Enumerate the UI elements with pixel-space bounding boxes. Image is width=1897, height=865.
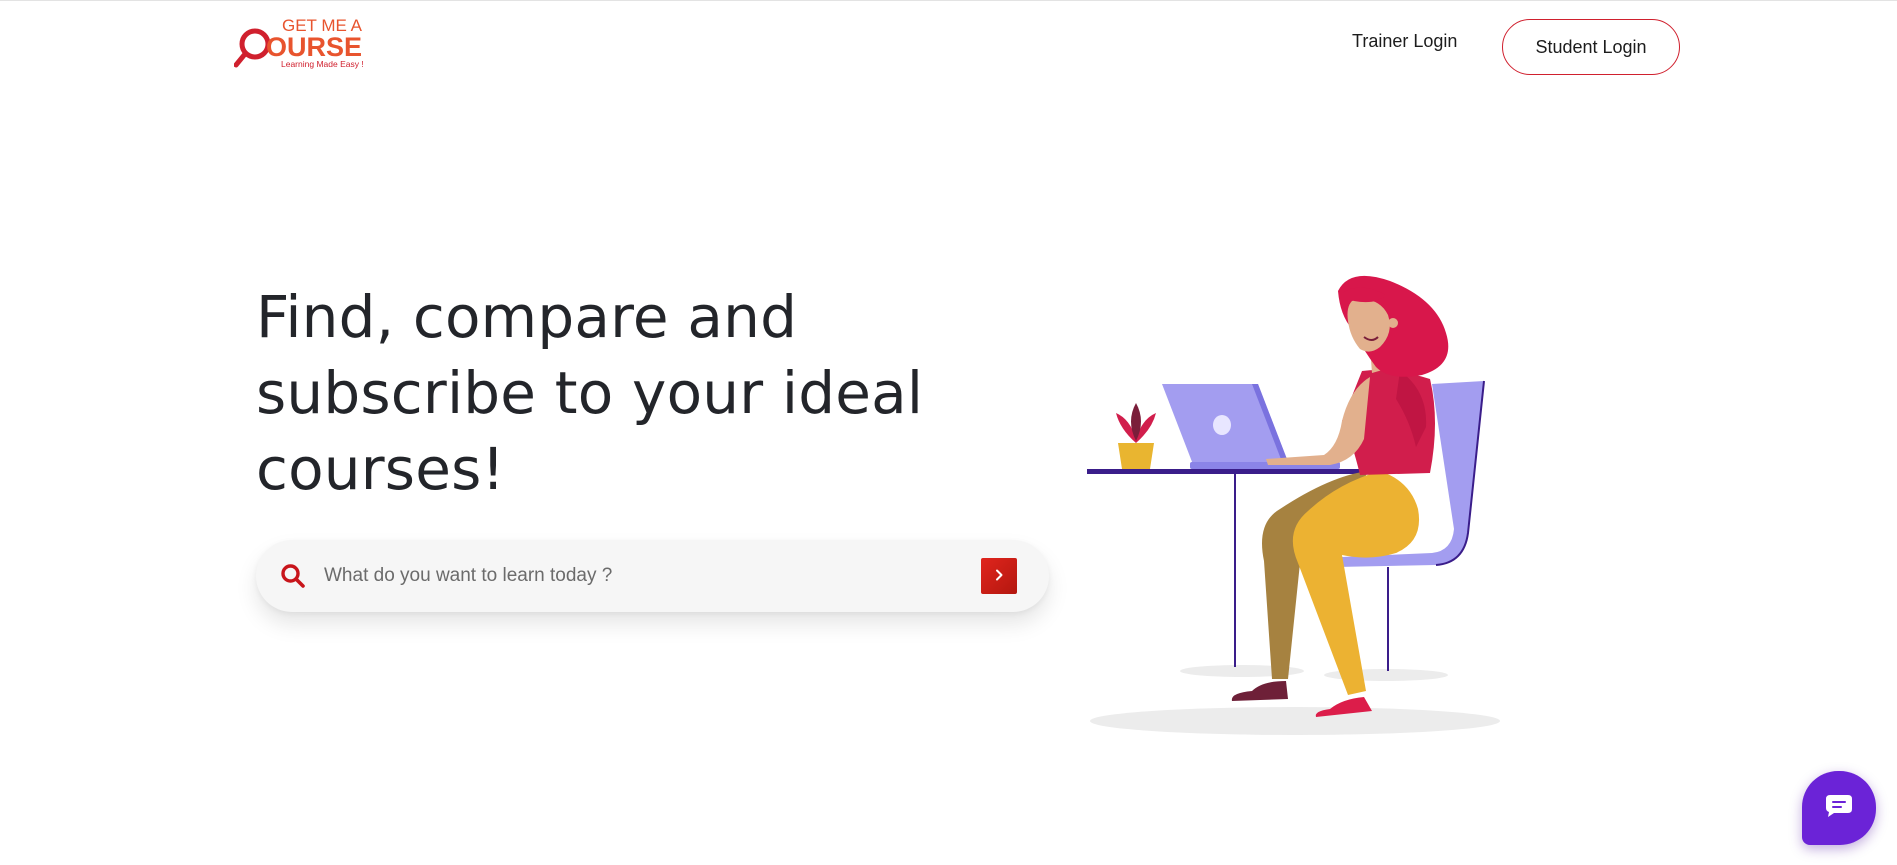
chat-widget-button[interactable] xyxy=(1802,771,1876,845)
hero-heading-line-2: subscribe to your ideal xyxy=(256,359,924,427)
chevron-right-icon xyxy=(992,568,1006,585)
floor-shadow xyxy=(1090,707,1500,735)
search-icon xyxy=(274,557,312,595)
student-login-button[interactable]: Student Login xyxy=(1502,19,1680,75)
trainer-login-link[interactable]: Trainer Login xyxy=(1352,31,1457,52)
plant-icon xyxy=(1116,403,1156,469)
landing-page: GET ME A OURSE Learning Made Easy ! Trai… xyxy=(0,0,1897,865)
logo-text-main: OURSE xyxy=(266,32,362,62)
site-logo[interactable]: GET ME A OURSE Learning Made Easy ! xyxy=(234,17,364,71)
chat-bubble-icon xyxy=(1824,793,1854,824)
head xyxy=(1338,275,1449,377)
shoe-back xyxy=(1231,681,1288,701)
hero-illustration xyxy=(1080,271,1520,741)
hero-heading: Find, compare and subscribe to your idea… xyxy=(256,279,976,507)
hero-heading-line-3: courses! xyxy=(256,435,505,503)
course-search-input[interactable] xyxy=(322,555,981,597)
logo-tagline: Learning Made Easy ! xyxy=(281,59,364,69)
search-submit-button[interactable] xyxy=(981,558,1017,594)
hero-heading-line-1: Find, compare and xyxy=(256,283,798,351)
course-search-bar xyxy=(256,540,1049,612)
